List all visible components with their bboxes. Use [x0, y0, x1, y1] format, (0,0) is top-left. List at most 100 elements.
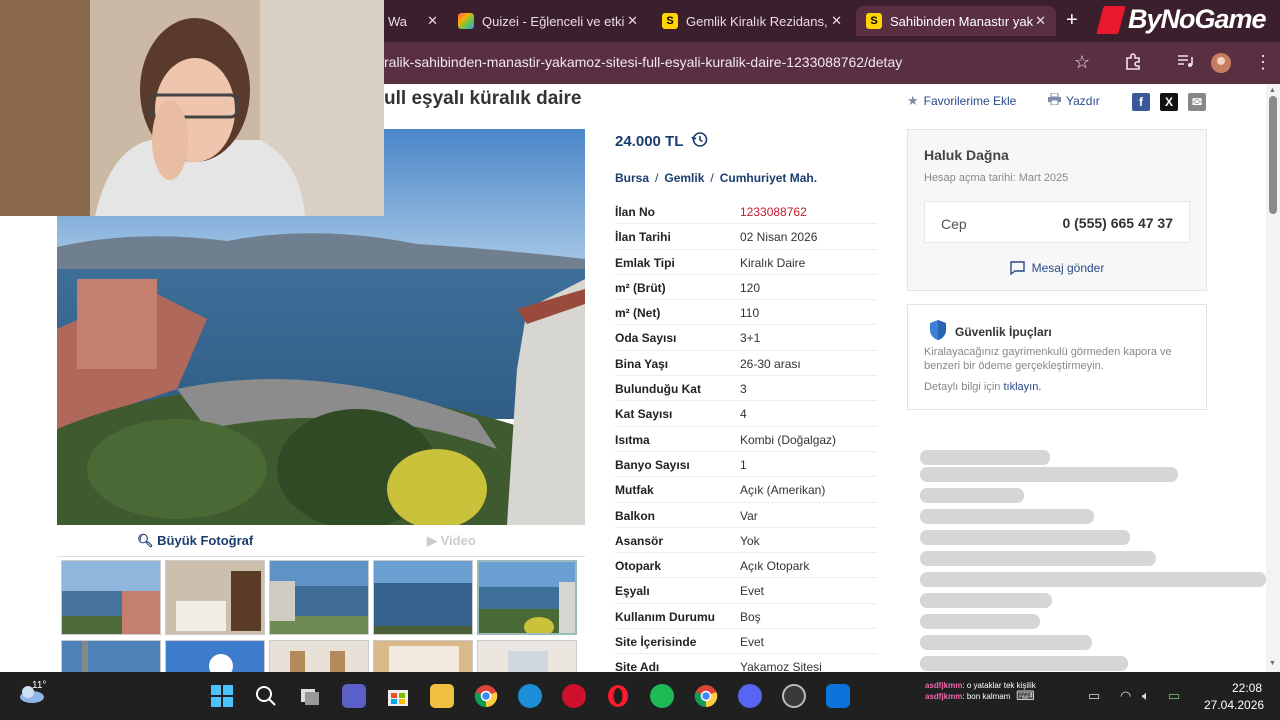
- breadcrumb-city[interactable]: Bursa: [615, 171, 649, 185]
- detail-value: Açık Otopark: [740, 559, 810, 574]
- send-message-button[interactable]: Mesaj gönder: [908, 261, 1206, 278]
- system-clock[interactable]: 22:08 27.04.2026: [1204, 680, 1264, 715]
- detail-value: 110: [740, 306, 760, 321]
- star-icon: ★: [907, 93, 919, 108]
- media-queue-icon[interactable]: [1176, 52, 1194, 75]
- thumbnail[interactable]: [477, 640, 577, 672]
- favorite-label: Favorilerime Ekle: [923, 94, 1017, 108]
- detail-key: m² (Brüt): [615, 280, 666, 295]
- favorite-button[interactable]: ★ Favorilerime Ekle: [907, 93, 1016, 109]
- detail-value: 02 Nisan 2026: [740, 230, 818, 245]
- tray-display-icon[interactable]: ▭: [1088, 688, 1100, 704]
- detail-row: Balkon Var: [615, 503, 877, 528]
- detail-value: 4: [740, 407, 747, 422]
- big-photo-label: Büyük Fotoğraf: [157, 533, 254, 548]
- chat-line: [920, 467, 1178, 482]
- opera-icon[interactable]: [606, 684, 630, 708]
- breadcrumb-district[interactable]: Gemlik: [664, 171, 704, 185]
- battery-icon[interactable]: ▭: [1168, 688, 1180, 704]
- printer-icon: [1048, 92, 1061, 108]
- thumbnail[interactable]: [269, 640, 369, 672]
- detail-key: Emlak Tipi: [615, 255, 675, 270]
- edge-icon[interactable]: [518, 684, 542, 708]
- thumbnail[interactable]: [61, 640, 161, 672]
- obs-icon[interactable]: [782, 684, 806, 708]
- sahibinden-favicon-icon: S: [866, 13, 882, 29]
- thumbnail[interactable]: [373, 560, 473, 635]
- chat-line: [920, 572, 1266, 587]
- chat-message: asdfjkmm: bon kalmam: [925, 692, 1011, 702]
- windows-start-icon[interactable]: [210, 684, 234, 708]
- store-icon[interactable]: [386, 684, 410, 708]
- chat-line: [920, 450, 1050, 465]
- detail-key: Site İçerisinde: [615, 635, 697, 650]
- file-explorer-icon[interactable]: [430, 684, 454, 708]
- scroll-down-icon[interactable]: ▼: [1269, 660, 1276, 667]
- scroll-up-icon[interactable]: ▲: [1269, 87, 1276, 94]
- detail-value: Yok: [740, 533, 760, 548]
- discord-icon[interactable]: [738, 684, 762, 708]
- page-scrollbar[interactable]: ▲ ▼: [1266, 84, 1280, 672]
- chrome-icon[interactable]: [474, 684, 498, 708]
- scrollbar-thumb[interactable]: [1269, 96, 1277, 214]
- seller-card: Haluk Dağna Hesap açma tarihi: Mart 2025…: [907, 129, 1207, 291]
- chat-line: [920, 656, 1128, 671]
- thumbnail[interactable]: [373, 640, 473, 672]
- detail-key: Kullanım Durumu: [615, 609, 716, 624]
- detail-value: 3: [740, 382, 747, 397]
- url-text[interactable]: ralik-sahibinden-manastir-yakamoz-sitesi…: [384, 54, 902, 70]
- detail-value: 120: [740, 280, 761, 295]
- price-history-icon[interactable]: [691, 131, 708, 152]
- tab-sahibinden-active[interactable]: S Sahibinden Manastır yak ✕: [856, 6, 1056, 36]
- thumbnail[interactable]: [269, 560, 369, 635]
- spotify-icon[interactable]: [650, 684, 674, 708]
- media-player-icon[interactable]: [562, 684, 586, 708]
- video-tab[interactable]: ▶︎ Video: [427, 533, 476, 549]
- x-share-icon[interactable]: X: [1160, 93, 1178, 111]
- breadcrumb-neighborhood[interactable]: Cumhuriyet Mah.: [720, 171, 817, 185]
- tab-gemlik[interactable]: S Gemlik Kiralık Rezidans, ✕: [652, 6, 852, 36]
- safety-more-link[interactable]: tıklayın.: [1003, 381, 1041, 393]
- detail-value: Kiralık Daire: [740, 255, 806, 270]
- close-icon[interactable]: ✕: [831, 13, 842, 29]
- search-icon[interactable]: [254, 684, 278, 708]
- send-message-label: Mesaj gönder: [1031, 261, 1105, 275]
- tab-quizei[interactable]: Quizei - Eğlenceli ve etki ✕: [448, 6, 648, 36]
- app-icon[interactable]: [826, 684, 850, 708]
- extensions-puzzle-icon[interactable]: [1124, 52, 1142, 75]
- close-icon[interactable]: ✕: [627, 13, 638, 29]
- print-button[interactable]: Yazdır: [1048, 92, 1100, 108]
- teams-icon[interactable]: [342, 684, 366, 708]
- bookmark-star-icon[interactable]: ☆: [1074, 52, 1090, 73]
- close-icon[interactable]: ✕: [427, 13, 438, 29]
- detail-key: Bina Yaşı: [615, 356, 669, 371]
- wifi-icon[interactable]: ◠: [1120, 688, 1131, 704]
- detail-key: Site Adı: [615, 660, 660, 672]
- new-tab-plus-icon[interactable]: +: [1066, 9, 1078, 32]
- chrome-active-icon[interactable]: [694, 684, 718, 708]
- phone-number[interactable]: 0 (555) 665 47 37: [1062, 215, 1173, 231]
- thumbnail-selected[interactable]: [477, 560, 577, 635]
- thumbnail[interactable]: [165, 560, 265, 635]
- browser-menu-dots-icon[interactable]: ⋮: [1254, 52, 1272, 73]
- detail-row: Isıtma Kombi (Doğalgaz): [615, 427, 877, 452]
- seller-name[interactable]: Haluk Dağna: [924, 147, 1009, 163]
- chat-text: bon kalmam: [966, 692, 1011, 702]
- chat-line: [920, 635, 1092, 650]
- quizei-favicon-icon: [458, 13, 474, 29]
- detail-value: 1: [740, 457, 747, 472]
- weather-widget[interactable]: 11°: [18, 680, 46, 709]
- clock-time: 22:08: [1231, 681, 1262, 695]
- detail-row: Kullanım Durumu Boş: [615, 604, 877, 630]
- profile-avatar[interactable]: [1211, 53, 1231, 78]
- close-icon[interactable]: ✕: [1035, 13, 1046, 29]
- task-view-icon[interactable]: [298, 684, 322, 708]
- thumbnail[interactable]: [61, 560, 161, 635]
- big-photo-tab[interactable]: 🔍︎ Büyük Fotoğraf: [137, 533, 253, 549]
- detail-row: m² (Brüt) 120: [615, 275, 877, 301]
- email-share-icon[interactable]: ✉: [1188, 93, 1206, 111]
- detail-value: Boş: [740, 609, 761, 624]
- facebook-share-icon[interactable]: f: [1132, 93, 1150, 111]
- volume-icon[interactable]: 🔈︎: [1142, 688, 1150, 704]
- thumbnail[interactable]: [165, 640, 265, 672]
